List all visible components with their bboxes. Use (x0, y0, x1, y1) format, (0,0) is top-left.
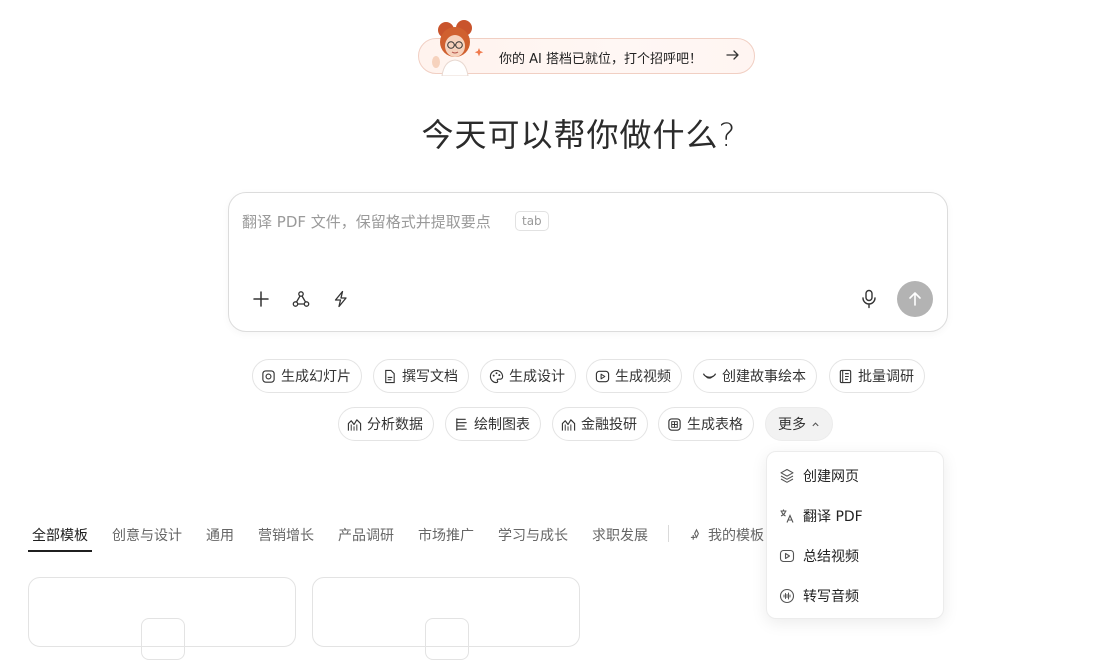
chevron-up-icon (812, 421, 819, 426)
play-icon (779, 549, 795, 563)
template-card[interactable] (312, 577, 580, 660)
arrow-right-icon (726, 50, 739, 60)
chip-batch-research[interactable]: 批量调研 (829, 359, 925, 393)
table-icon (668, 417, 681, 431)
chip-label: 生成视频 (615, 369, 671, 385)
page-title: 今天可以帮你做什么? (421, 116, 737, 154)
tab-learning-growth[interactable]: 学习与成长 (498, 525, 568, 545)
tab-creative-design[interactable]: 创意与设计 (112, 525, 182, 545)
active-tab-underline (28, 550, 92, 552)
menu-item-label: 总结视频 (803, 549, 859, 565)
prompt-placeholder[interactable]: 翻译 PDF 文件，保留格式并提取要点 (242, 211, 491, 232)
more-button[interactable]: 更多 (765, 407, 833, 441)
chart-icon (347, 418, 362, 431)
chip-generate-design[interactable]: 生成设计 (480, 359, 576, 393)
more-label: 更多 (778, 417, 806, 433)
tab-divider (668, 525, 669, 542)
finance-icon (561, 418, 576, 431)
chip-story-book[interactable]: 创建故事绘本 (693, 359, 817, 393)
chart-draw-icon (456, 417, 467, 431)
chip-generate-table[interactable]: 生成表格 (658, 407, 754, 441)
tab-key-hint: tab (515, 211, 549, 231)
assistant-avatar (432, 20, 484, 76)
chip-label: 金融投研 (581, 417, 637, 433)
arrow-up-icon (909, 292, 921, 306)
menu-item-summarize-video[interactable]: 总结视频 (779, 542, 859, 570)
chip-label: 生成设计 (509, 369, 565, 385)
more-dropdown-menu: 创建网页 翻译 PDF 总结视频 转写音频 (766, 451, 944, 619)
research-icon (839, 369, 852, 383)
card-thumbnail (141, 618, 185, 660)
slides-icon (262, 369, 275, 383)
lightning-icon[interactable] (329, 287, 353, 311)
document-icon (385, 369, 395, 383)
translate-icon (780, 509, 794, 523)
nodes-icon[interactable] (289, 287, 313, 311)
chip-finance-research[interactable]: 金融投研 (552, 407, 648, 441)
menu-item-create-webpage[interactable]: 创建网页 (779, 462, 859, 490)
chip-draw-chart[interactable]: 绘制图表 (445, 407, 541, 441)
tab-all-templates[interactable]: 全部模板 (32, 525, 88, 545)
audio-icon (779, 588, 795, 604)
chip-label: 绘制图表 (474, 417, 530, 433)
chip-label: 生成幻灯片 (281, 369, 351, 385)
template-card[interactable] (28, 577, 296, 660)
palette-icon (489, 369, 504, 383)
my-templates-label: 我的模板 (708, 528, 764, 544)
layers-icon (780, 468, 794, 483)
tab-my-templates[interactable]: 我的模板 (689, 525, 764, 545)
template-icon (690, 528, 700, 540)
tab-general[interactable]: 通用 (206, 525, 234, 545)
tab-product-research[interactable]: 产品调研 (338, 525, 394, 545)
menu-item-label: 翻译 PDF (803, 509, 863, 525)
book-icon (702, 372, 717, 379)
menu-item-transcribe-audio[interactable]: 转写音频 (779, 582, 859, 610)
chip-generate-video[interactable]: 生成视频 (586, 359, 682, 393)
card-thumbnail (425, 618, 469, 660)
chip-label: 撰写文档 (402, 369, 458, 385)
chip-write-doc[interactable]: 撰写文档 (373, 359, 469, 393)
banner-text: 你的 AI 搭档已就位，打个招呼吧！ (499, 52, 702, 67)
menu-item-label: 创建网页 (803, 469, 859, 485)
menu-item-label: 转写音频 (803, 589, 859, 605)
chip-label: 创建故事绘本 (722, 369, 806, 385)
chip-label: 批量调研 (858, 369, 914, 385)
tab-career-development[interactable]: 求职发展 (592, 525, 648, 545)
microphone-icon[interactable] (857, 287, 881, 311)
chip-label: 分析数据 (367, 417, 423, 433)
plus-icon[interactable] (249, 287, 273, 311)
menu-item-translate-pdf[interactable]: 翻译 PDF (779, 502, 863, 530)
send-button[interactable] (897, 281, 933, 317)
video-icon (595, 370, 610, 382)
tab-market-promotion[interactable]: 市场推广 (418, 525, 474, 545)
chip-label: 生成表格 (687, 417, 743, 433)
tab-marketing-growth[interactable]: 营销增长 (258, 525, 314, 545)
chip-generate-slides[interactable]: 生成幻灯片 (252, 359, 362, 393)
chip-analyze-data[interactable]: 分析数据 (338, 407, 434, 441)
